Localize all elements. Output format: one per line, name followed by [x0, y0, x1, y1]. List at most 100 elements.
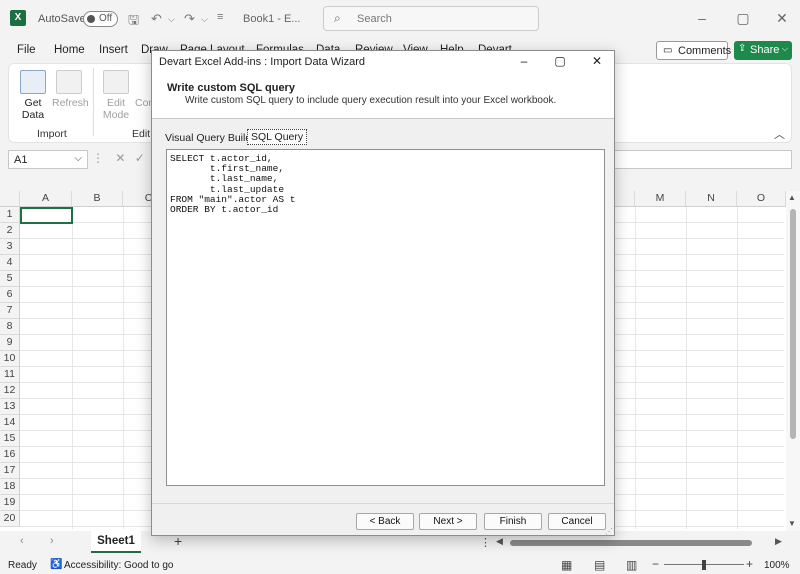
column-header[interactable]: B: [72, 191, 123, 207]
undo-icon[interactable]: ↶: [151, 11, 162, 27]
selected-cell[interactable]: [20, 207, 73, 224]
tab-home[interactable]: Home: [54, 44, 85, 56]
grid-line: [686, 207, 687, 529]
prev-sheet-icon[interactable]: ‹: [20, 535, 24, 547]
name-box[interactable]: A1 ⌵: [8, 150, 88, 169]
dialog-footer-divider: [152, 503, 614, 504]
edit-mode-label-1: Edit: [106, 97, 126, 109]
back-button[interactable]: < Back: [356, 513, 414, 530]
column-header-partial[interactable]: [614, 191, 635, 207]
close-icon[interactable]: ✕: [772, 10, 792, 27]
customize-toolbar-icon[interactable]: ≡: [217, 11, 223, 23]
row-header[interactable]: 9: [0, 335, 20, 351]
redo-icon[interactable]: ↷: [184, 11, 195, 27]
row-header[interactable]: 19: [0, 495, 20, 511]
ribbon-group-divider: [93, 68, 94, 136]
autosave-toggle[interactable]: Off: [83, 11, 118, 27]
horizontal-scroll-thumb[interactable]: [510, 540, 752, 546]
row-header[interactable]: 2: [0, 223, 20, 239]
next-sheet-icon[interactable]: ›: [50, 535, 54, 547]
comments-label: Comments: [678, 45, 732, 57]
accessibility-icon: ♿: [50, 559, 63, 570]
status-ready: Ready: [8, 560, 37, 571]
row-header[interactable]: 5: [0, 271, 20, 287]
edit-mode-button[interactable]: Edit Mode: [101, 70, 131, 121]
share-dropdown-icon: ⌵: [781, 44, 788, 53]
collapse-ribbon-icon[interactable]: ︿: [774, 126, 785, 142]
refresh-label: Refresh: [52, 97, 89, 109]
vertical-scrollbar[interactable]: ▲ ▼: [786, 191, 800, 531]
dialog-title: Devart Excel Add-ins : Import Data Wizar…: [159, 56, 366, 68]
row-header[interactable]: 18: [0, 479, 20, 495]
page-break-view-icon[interactable]: ▥: [626, 558, 637, 572]
row-header[interactable]: 20: [0, 511, 20, 527]
row-header[interactable]: 13: [0, 399, 20, 415]
redo-dropdown-icon[interactable]: ⌵: [201, 14, 208, 25]
next-button[interactable]: Next >: [419, 513, 477, 530]
commit-button-label[interactable]: Com: [135, 97, 157, 109]
comments-button[interactable]: ▭ Comments: [656, 41, 732, 60]
sheet-tab-sheet1[interactable]: Sheet1: [91, 531, 141, 553]
select-all-corner[interactable]: [0, 191, 20, 207]
scroll-left-icon[interactable]: ◀: [496, 536, 503, 547]
row-header[interactable]: 14: [0, 415, 20, 431]
accessibility-status[interactable]: Accessibility: Good to go: [64, 560, 174, 571]
maximize-icon[interactable]: ▢: [733, 10, 753, 27]
zoom-slider-thumb[interactable]: [702, 560, 706, 570]
tab-file[interactable]: File: [17, 44, 36, 56]
scroll-down-icon[interactable]: ▼: [788, 519, 796, 528]
zoom-out-icon[interactable]: −: [652, 557, 659, 571]
row-header[interactable]: 12: [0, 383, 20, 399]
toggle-knob-icon: [87, 15, 95, 23]
search-box[interactable]: ⌕ Search: [323, 6, 539, 31]
share-button[interactable]: ⇪ Share ⌵: [734, 41, 792, 60]
tab-insert[interactable]: Insert: [99, 44, 128, 56]
row-header[interactable]: 6: [0, 287, 20, 303]
row-header[interactable]: 10: [0, 351, 20, 367]
zoom-level[interactable]: 100%: [764, 560, 790, 571]
import-data-wizard-dialog: Devart Excel Add-ins : Import Data Wizar…: [151, 50, 615, 536]
scroll-right-icon[interactable]: ▶: [775, 536, 782, 547]
row-header[interactable]: 17: [0, 463, 20, 479]
row-header[interactable]: 16: [0, 447, 20, 463]
database-table-icon: [20, 70, 46, 94]
row-header[interactable]: 7: [0, 303, 20, 319]
row-header[interactable]: 8: [0, 319, 20, 335]
scroll-thumb[interactable]: [790, 209, 796, 439]
resize-grip-icon[interactable]: ⋰: [605, 527, 613, 536]
formula-input[interactable]: [614, 150, 792, 169]
scroll-up-icon[interactable]: ▲: [788, 193, 796, 202]
cancel-button[interactable]: Cancel: [548, 513, 606, 530]
more-options-icon[interactable]: ⋮: [480, 536, 491, 549]
grid-line: [737, 207, 738, 529]
column-header[interactable]: O: [737, 191, 786, 207]
excel-logo-icon: X: [10, 10, 26, 26]
get-data-button[interactable]: Get Data: [18, 70, 48, 121]
group-import-label: Import: [37, 128, 67, 140]
dialog-close-icon[interactable]: ✕: [587, 54, 607, 68]
undo-dropdown-icon[interactable]: ⌵: [168, 14, 175, 25]
sql-line: ORDER BY t.actor_id: [170, 204, 279, 216]
minimize-icon[interactable]: –: [692, 10, 712, 26]
tab-sql-query[interactable]: SQL Query: [247, 129, 308, 145]
dialog-minimize-icon[interactable]: –: [514, 54, 534, 68]
column-header[interactable]: M: [635, 191, 686, 207]
row-header[interactable]: 1: [0, 207, 20, 223]
row-header[interactable]: 4: [0, 255, 20, 271]
page-layout-view-icon[interactable]: ▤: [594, 558, 605, 572]
row-header[interactable]: 15: [0, 431, 20, 447]
row-header[interactable]: 3: [0, 239, 20, 255]
dialog-maximize-icon[interactable]: ▢: [550, 54, 570, 68]
grid-line: [635, 207, 636, 529]
save-icon[interactable]: 🖫: [128, 11, 139, 33]
cancel-x-icon[interactable]: ✕: [115, 151, 125, 165]
confirm-check-icon[interactable]: ✓: [135, 151, 145, 165]
normal-view-icon[interactable]: ▦: [561, 558, 572, 572]
row-header[interactable]: 11: [0, 367, 20, 383]
finish-button[interactable]: Finish: [484, 513, 542, 530]
refresh-button[interactable]: Refresh: [52, 70, 89, 109]
zoom-in-icon[interactable]: +: [746, 557, 753, 571]
column-header[interactable]: N: [686, 191, 737, 207]
column-header[interactable]: A: [20, 191, 72, 207]
sql-query-editor[interactable]: SELECT t.actor_id, t.first_name, t.last_…: [166, 149, 605, 486]
